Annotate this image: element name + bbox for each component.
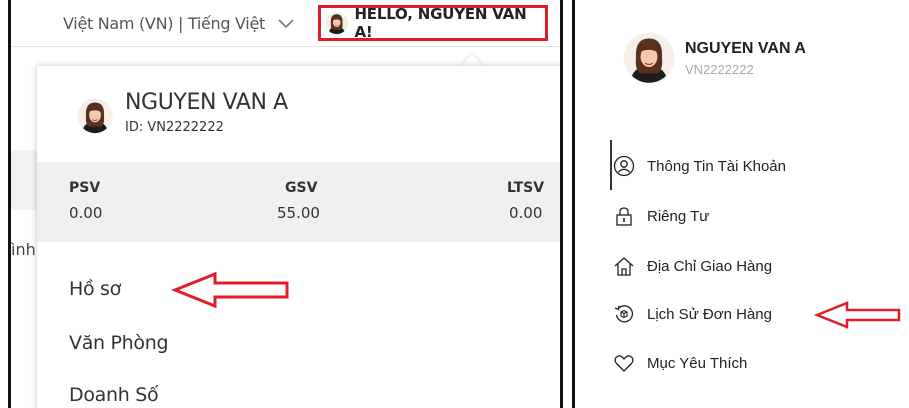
user-id: VN2222222: [685, 62, 754, 77]
menu-item-label: Thông Tin Tài Khoản: [647, 157, 786, 175]
locale-selector[interactable]: Việt Nam (VN) | Tiếng Việt: [63, 12, 294, 36]
stat-psv-value: 0.00: [69, 204, 103, 222]
stat-psv-label: PSV: [69, 180, 101, 196]
user-name: NGUYEN VAN A: [125, 90, 288, 115]
menu-item-shipping-address[interactable]: Địa Chỉ Giao Hàng: [613, 253, 772, 279]
user-id: ID: VN2222222: [125, 120, 224, 135]
top-bar: Việt Nam (VN) | Tiếng Việt HELLO, NGUYEN…: [11, 0, 560, 47]
menu-item-account-info[interactable]: Thông Tin Tài Khoản: [613, 153, 786, 179]
menu-item-label: Mục Yêu Thích: [647, 354, 748, 372]
active-indicator: [610, 140, 612, 190]
account-dropdown: NGUYEN VAN A ID: VN2222222 PSV 0.00 GSV …: [37, 66, 560, 408]
user-name: NGUYEN VAN A: [685, 40, 806, 57]
greeting-label: HELLO, NGUYEN VAN A!: [354, 5, 527, 41]
annotation-arrow-icon: [813, 301, 901, 329]
home-icon: [614, 257, 634, 276]
avatar-icon: [325, 11, 348, 35]
menu-item-order-history[interactable]: Lịch Sử Đơn Hàng: [613, 301, 772, 327]
menu-item-office[interactable]: Văn Phòng: [69, 332, 169, 354]
left-panel: ình Việt Nam (VN) | Tiếng Việt HELLO, NG…: [8, 0, 563, 408]
menu-item-label: Riêng Tư: [647, 207, 710, 225]
locale-label: Việt Nam (VN) | Tiếng Việt: [63, 14, 265, 33]
background-text-fragment: ình: [11, 240, 36, 259]
menu-item-privacy[interactable]: Riêng Tư: [613, 203, 709, 229]
chevron-down-icon: [278, 13, 294, 37]
avatar: [77, 98, 113, 134]
stat-ltsv-value: 0.00: [509, 204, 543, 222]
heart-icon: [614, 355, 634, 372]
menu-item-favorites[interactable]: Mục Yêu Thích: [613, 350, 747, 376]
annotation-arrow-icon: [171, 271, 289, 309]
menu-item-label: Địa Chỉ Giao Hàng: [647, 257, 773, 275]
stat-ltsv-label: LTSV: [507, 180, 545, 196]
menu-item-label: Lịch Sử Đơn Hàng: [647, 305, 772, 323]
menu-item-profile[interactable]: Hồ sơ: [69, 278, 121, 300]
stat-gsv-label: GSV: [285, 180, 318, 196]
account-greeting-button[interactable]: HELLO, NGUYEN VAN A!: [318, 5, 548, 41]
stat-gsv-value: 55.00: [277, 204, 320, 222]
order-history-icon: [614, 305, 634, 323]
right-panel: NGUYEN VAN A VN2222222 Thông Tin Tài Kho…: [572, 0, 909, 408]
menu-item-sales[interactable]: Doanh Số: [69, 384, 159, 406]
avatar: [623, 32, 675, 84]
volume-stats: PSV 0.00 GSV 55.00 LTSV 0.00: [37, 162, 560, 242]
lock-icon: [616, 207, 632, 226]
user-circle-icon: [613, 155, 635, 177]
